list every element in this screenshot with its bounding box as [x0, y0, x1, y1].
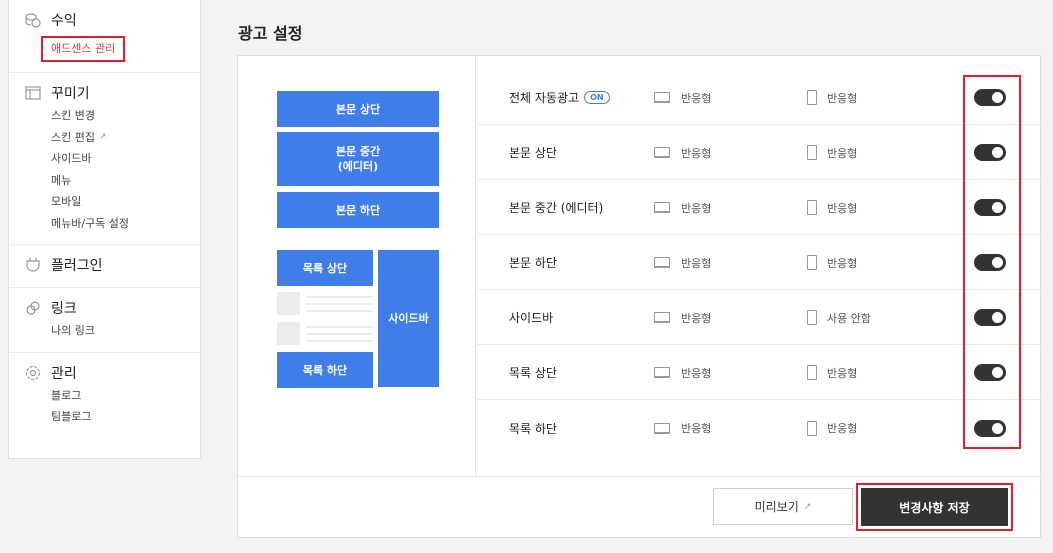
sidebar-item-plugin[interactable]: 플러그인 — [9, 253, 200, 277]
ad-row-body-top: 본문 상단 반응형 반응형 — [477, 126, 1041, 180]
mobile-option[interactable]: 반응형 — [807, 365, 857, 381]
desktop-icon — [654, 202, 670, 213]
sidebar-group-label: 수익 — [51, 13, 77, 29]
preview-button[interactable]: 미리보기 ↗ — [713, 488, 853, 525]
sidebar-item-sidebar[interactable]: 사이드바 — [9, 148, 200, 170]
desktop-option[interactable]: 반응형 — [654, 90, 711, 106]
desktop-icon — [654, 257, 670, 268]
ad-row-list-bottom: 목록 하단 반응형 반응형 — [477, 401, 1041, 455]
sidebar-item-link[interactable]: 링크 — [9, 296, 200, 320]
sidebar-item-skin-edit[interactable]: 스킨 편집 ↗ — [9, 127, 200, 149]
ad-row-body-middle: 본문 중간 (에디터) 반응형 반응형 — [477, 181, 1041, 235]
mobile-option[interactable]: 반응형 — [807, 200, 857, 216]
preview-block-body-top: 본문 상단 — [277, 91, 439, 127]
ad-row-label: 본문 하단 — [509, 256, 557, 270]
sidebar-group-label: 관리 — [51, 365, 77, 382]
desktop-option[interactable]: 반응형 — [654, 255, 711, 271]
mobile-option[interactable]: 반응형 — [807, 420, 857, 436]
link-icon — [25, 300, 41, 316]
ad-position-list: 전체 자동광고 ON 반응형 반응형 본문 상단 반응형 반응형 본문 중간 (에… — [477, 56, 1041, 476]
preview-placeholder-line — [306, 340, 372, 342]
ad-row-label: 본문 중간 (에디터) — [509, 201, 604, 215]
mobile-icon — [807, 365, 817, 380]
ad-row-label: 사이드바 — [509, 311, 554, 325]
page-title: 광고 설정 — [238, 24, 303, 43]
preview-placeholder-line — [306, 333, 372, 335]
mobile-icon — [807, 145, 817, 160]
mobile-option[interactable]: 반응형 — [807, 255, 857, 271]
preview-placeholder-line — [306, 296, 372, 298]
sidebar-item-decorate[interactable]: 꾸미기 — [9, 81, 200, 105]
sidebar-item-adsense[interactable]: 애드센스 관리 — [41, 36, 126, 62]
preview-block-list-top: 목록 상단 — [277, 250, 373, 286]
sidebar: 수익 애드센스 관리 꾸미기 스킨 변경 스킨 편집 ↗ 사이드바 메뉴 모바일 … — [8, 0, 201, 459]
preview-placeholder-line — [306, 310, 372, 312]
mobile-icon — [807, 310, 817, 325]
plug-icon — [25, 257, 41, 273]
mobile-option[interactable]: 반응형 — [807, 90, 857, 106]
preview-placeholder-thumb — [277, 322, 300, 345]
ad-row-label: 전체 자동광고 ON — [509, 89, 610, 106]
ad-row-sidebar: 사이드바 반응형 사용 안함 — [477, 291, 1041, 345]
sidebar-item-menubar[interactable]: 메뉴바/구독 설정 — [9, 213, 200, 235]
toggles-highlight — [963, 75, 1021, 449]
mobile-option[interactable]: 사용 안함 — [807, 310, 871, 326]
mobile-option[interactable]: 반응형 — [807, 145, 857, 161]
ad-placement-preview: 본문 상단 본문 중간 (에디터) 본문 하단 목록 상단 목록 하단 사이드바 — [238, 56, 476, 476]
desktop-option[interactable]: 반응형 — [654, 200, 711, 216]
external-link-icon: ↗ — [98, 131, 107, 142]
ad-row-label: 목록 하단 — [509, 421, 557, 436]
external-link-icon: ↗ — [803, 501, 812, 512]
sidebar-group-revenue: 수익 애드센스 관리 — [9, 0, 200, 73]
on-badge: ON — [584, 91, 610, 104]
preview-block-list-bottom: 목록 하단 — [277, 352, 373, 388]
sidebar-group-label: 링크 — [51, 301, 77, 317]
sidebar-item-revenue[interactable]: 수익 — [9, 8, 200, 32]
ad-row-list-top: 목록 상단 반응형 반응형 — [477, 346, 1041, 400]
mobile-icon — [807, 420, 817, 436]
preview-placeholder-line — [306, 303, 372, 305]
desktop-option[interactable]: 반응형 — [654, 145, 711, 161]
mobile-icon — [807, 255, 817, 270]
desktop-icon — [654, 147, 670, 158]
desktop-icon — [654, 422, 670, 434]
desktop-option[interactable]: 반응형 — [654, 420, 711, 436]
sidebar-item-manage[interactable]: 관리 — [9, 361, 200, 385]
mobile-icon — [807, 90, 817, 105]
preview-block-body-bottom: 본문 하단 — [277, 192, 439, 228]
desktop-icon — [654, 92, 670, 103]
desktop-option[interactable]: 반응형 — [654, 365, 711, 381]
ad-row-auto: 전체 자동광고 ON 반응형 반응형 — [477, 71, 1041, 125]
sidebar-group-plugin: 플러그인 — [9, 245, 200, 288]
sidebar-item-my-link[interactable]: 나의 링크 — [9, 320, 200, 342]
preview-placeholder-thumb — [277, 292, 300, 315]
ad-row-label: 목록 상단 — [509, 366, 557, 380]
sidebar-group-link: 링크 나의 링크 — [9, 288, 200, 353]
sidebar-item-menu[interactable]: 메뉴 — [9, 170, 200, 192]
preview-block-body-middle: 본문 중간 (에디터) — [277, 132, 439, 186]
desktop-icon — [654, 312, 670, 323]
sidebar-item-mobile[interactable]: 모바일 — [9, 191, 200, 213]
preview-placeholder-line — [306, 326, 372, 328]
gear-icon — [25, 365, 41, 381]
desktop-option[interactable]: 반응형 — [654, 310, 711, 326]
ad-row-body-bottom: 본문 하단 반응형 반응형 — [477, 236, 1041, 290]
ad-row-label: 본문 상단 — [509, 146, 557, 160]
sidebar-item-team-blog[interactable]: 팀블로그 — [9, 406, 200, 428]
sidebar-group-label: 꾸미기 — [51, 86, 90, 102]
coins-icon — [25, 12, 41, 28]
sidebar-group-label: 플러그인 — [51, 258, 103, 274]
sidebar-item-blog[interactable]: 블로그 — [9, 385, 200, 407]
sidebar-item-skin-change[interactable]: 스킨 변경 — [9, 105, 200, 127]
ad-settings-panel: 본문 상단 본문 중간 (에디터) 본문 하단 목록 상단 목록 하단 사이드바… — [237, 55, 1042, 538]
layout-icon — [25, 85, 41, 101]
sidebar-group-decorate: 꾸미기 스킨 변경 스킨 편집 ↗ 사이드바 메뉴 모바일 메뉴바/구독 설정 — [9, 73, 200, 245]
save-changes-button[interactable]: 변경사항 저장 — [861, 488, 1008, 526]
preview-block-sidebar: 사이드바 — [378, 250, 439, 387]
desktop-icon — [654, 367, 670, 378]
sidebar-group-manage: 관리 블로그 팀블로그 — [9, 353, 200, 438]
mobile-icon — [807, 200, 817, 215]
